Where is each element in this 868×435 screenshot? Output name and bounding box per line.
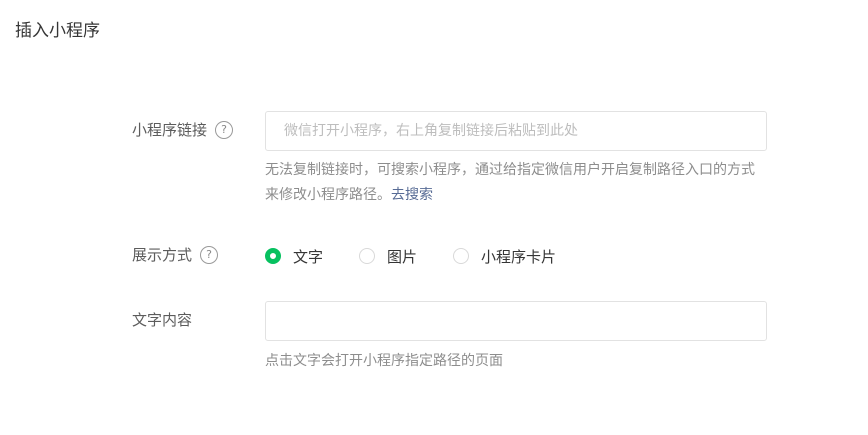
dialog-title: 插入小程序 (15, 21, 100, 41)
mini-program-link-input[interactable] (265, 111, 767, 151)
radio-unchecked-icon[interactable] (359, 248, 376, 264)
text-content-input[interactable] (265, 301, 767, 341)
radio-option-image[interactable]: 图片 (359, 246, 417, 267)
radio-option-label: 文字 (293, 247, 324, 266)
text-content-label: 文字内容 (132, 310, 192, 330)
display-mode-label: 展示方式 ? (132, 245, 219, 265)
mini-program-link-tip-text: 无法复制链接时，可搜索小程序，通过给指定微信用户开启复制路径入口的方式来修改小程… (265, 162, 755, 203)
text-content-tip: 点击文字会打开小程序指定路径的页面 (265, 353, 503, 369)
radio-checked-icon[interactable] (265, 248, 281, 264)
help-icon[interactable]: ? (200, 246, 219, 264)
display-mode-label-text: 展示方式 (132, 246, 193, 264)
go-search-link[interactable]: 去搜索 (391, 187, 433, 203)
radio-option-text[interactable]: 文字 (265, 246, 323, 267)
mini-program-link-label-text: 小程序链接 (132, 121, 208, 139)
radio-option-label: 小程序卡片 (481, 247, 557, 266)
display-mode-radio-group: 文字 图片 小程序卡片 (265, 245, 592, 267)
radio-option-card[interactable]: 小程序卡片 (453, 246, 556, 267)
text-content-label-text: 文字内容 (132, 311, 193, 329)
help-icon[interactable]: ? (215, 121, 234, 139)
mini-program-link-tip: 无法复制链接时，可搜索小程序，通过给指定微信用户开启复制路径入口的方式来修改小程… (265, 158, 767, 208)
radio-option-label: 图片 (387, 247, 418, 266)
mini-program-link-label: 小程序链接 ? (132, 120, 234, 140)
radio-unchecked-icon[interactable] (453, 248, 470, 264)
